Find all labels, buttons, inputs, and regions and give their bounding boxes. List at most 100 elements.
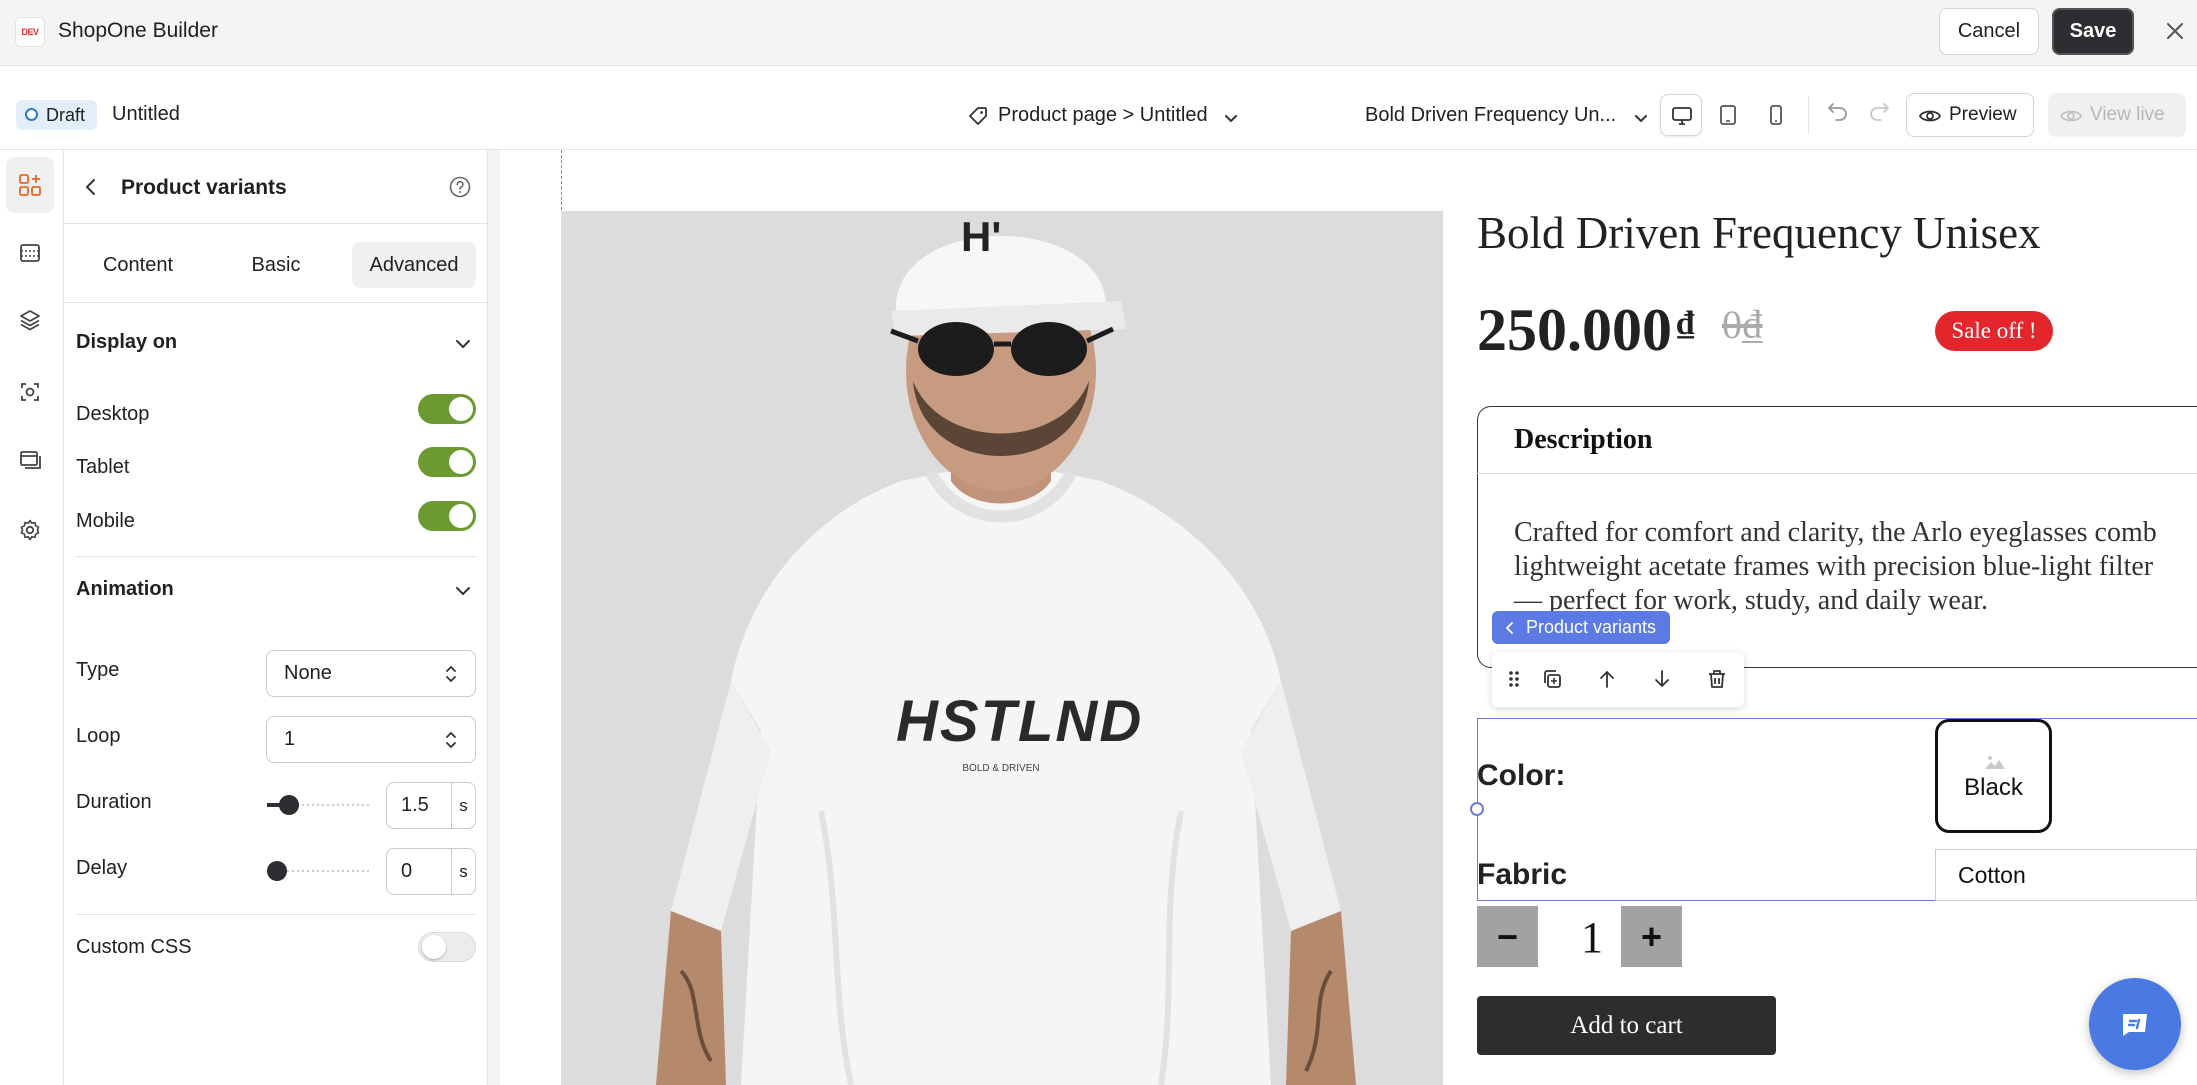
app-title: ShopOne Builder [58, 19, 218, 42]
loop-label: Loop [76, 725, 121, 747]
rail-theme[interactable] [6, 364, 54, 420]
help-icon[interactable] [448, 175, 472, 204]
status-badge-label: Draft [46, 105, 86, 125]
animation-type-select[interactable]: None [266, 650, 476, 697]
chevron-left-icon [1505, 622, 1513, 634]
tablet-label: Tablet [76, 456, 130, 478]
duration-input[interactable]: 1.5 s [386, 782, 476, 829]
desktop-toggle[interactable] [418, 394, 476, 424]
selected-element-label[interactable]: Product variants [1492, 611, 1671, 644]
quantity-value[interactable]: 1 [1562, 912, 1622, 963]
fabric-option-label: Fabric [1477, 858, 1568, 891]
delay-input[interactable]: 0 s [386, 848, 476, 895]
duration-slider[interactable] [267, 795, 369, 815]
tab-basic[interactable]: Basic [214, 242, 338, 288]
mobile-toggle[interactable] [418, 501, 476, 531]
back-chevron-icon[interactable] [80, 176, 102, 203]
tablet-toggle[interactable] [418, 447, 476, 477]
page-name[interactable]: Untitled [112, 103, 180, 126]
description-title: Description [1514, 424, 1653, 455]
save-button[interactable]: Save [2052, 8, 2134, 55]
product-image[interactable]: H' HSTLND BOLD & DRIVEN [561, 211, 1443, 1085]
chevron-down-icon [1222, 106, 1240, 136]
chevron-down-icon[interactable] [452, 580, 474, 607]
preview-button[interactable]: Preview [1906, 93, 2034, 137]
quantity-decrease-button[interactable]: − [1477, 906, 1538, 967]
tab-advanced[interactable]: Advanced [352, 242, 476, 288]
close-icon[interactable] [2157, 13, 2193, 49]
rail-settings[interactable] [6, 502, 54, 558]
chevron-down-icon[interactable] [452, 333, 474, 360]
tab-content[interactable]: Content [76, 242, 200, 288]
move-down-icon[interactable] [1651, 668, 1673, 695]
loop-select[interactable]: 1 [266, 716, 476, 763]
resize-handle[interactable] [1470, 802, 1484, 816]
rail-layers[interactable] [6, 292, 54, 348]
delay-value: 0 [401, 860, 413, 882]
undo-icon[interactable] [1825, 98, 1851, 129]
section-divider [76, 914, 476, 915]
product-price: 250.000 [1477, 297, 1672, 363]
rail-pages[interactable] [6, 432, 54, 488]
selected-element-name: Product variants [1526, 617, 1657, 637]
display-on-heading[interactable]: Display on [76, 331, 177, 354]
animation-type-value: None [284, 662, 332, 684]
status-badge: Draft [16, 100, 98, 130]
product-select[interactable]: Bold Driven Frequency Un... [1365, 100, 1650, 130]
duration-label: Duration [76, 791, 152, 813]
desktop-icon [1672, 107, 1692, 125]
tablet-view-button[interactable] [1707, 94, 1749, 136]
type-label: Type [76, 659, 120, 681]
color-swatch-black[interactable]: Black [1935, 719, 2052, 833]
view-live-button[interactable]: View live [2048, 93, 2186, 137]
add-to-cart-button[interactable]: Add to cart [1477, 996, 1776, 1055]
draft-dot-icon [25, 108, 38, 121]
loop-value: 1 [284, 728, 296, 750]
chat-icon [2123, 1014, 2147, 1036]
rail-sections[interactable] [6, 225, 54, 281]
tablet-icon [1720, 105, 1736, 125]
custom-css-label: Custom CSS [76, 936, 192, 958]
animation-heading[interactable]: Animation [76, 578, 174, 601]
elements-icon [19, 174, 41, 196]
tabs-divider [64, 302, 488, 303]
toolbar-divider [1808, 96, 1809, 134]
move-up-icon[interactable] [1596, 668, 1618, 695]
description-text: Crafted for comfort and clarity, the Arl… [1514, 516, 2197, 618]
mobile-icon [1770, 105, 1782, 125]
mobile-view-button[interactable] [1755, 94, 1797, 136]
sale-badge: Sale off ! [1935, 311, 2053, 351]
quantity-increase-button[interactable]: + [1621, 906, 1682, 967]
eye-icon [1919, 110, 1941, 122]
page-breadcrumb-select[interactable]: Product page > Untitled [968, 100, 1240, 130]
rail-elements[interactable] [6, 157, 54, 213]
trash-icon[interactable] [1706, 668, 1728, 695]
delay-label: Delay [76, 857, 128, 879]
product-select-label: Bold Driven Frequency Un... [1365, 104, 1617, 126]
delay-slider[interactable] [267, 861, 369, 881]
slider-thumb[interactable] [279, 795, 299, 815]
svg-text:H': H' [961, 213, 1001, 260]
redo-icon[interactable] [1866, 98, 1892, 129]
eye-icon [2060, 110, 2082, 122]
chat-button[interactable] [2089, 978, 2181, 1070]
layers-icon [20, 310, 40, 331]
updown-chevron-icon [446, 731, 456, 749]
slider-thumb[interactable] [267, 861, 287, 881]
icon-rail [0, 150, 64, 1085]
settings-icon [20, 519, 40, 541]
drag-handle-icon[interactable] [1506, 668, 1522, 695]
theme-icon [21, 383, 39, 401]
element-toolbar [1492, 652, 1744, 707]
preview-label: Preview [1949, 104, 2017, 125]
image-placeholder-icon [1984, 754, 2006, 775]
mobile-label: Mobile [76, 510, 135, 532]
sections-icon [20, 244, 40, 262]
desktop-view-button[interactable] [1660, 94, 1702, 136]
panel-title: Product variants [121, 176, 287, 199]
price-currency: ₫ [1677, 305, 1695, 342]
duplicate-icon[interactable] [1541, 668, 1563, 695]
cancel-button[interactable]: Cancel [1939, 8, 2039, 55]
custom-css-toggle[interactable] [418, 932, 476, 962]
fabric-select[interactable]: Cotton [1935, 849, 2197, 901]
